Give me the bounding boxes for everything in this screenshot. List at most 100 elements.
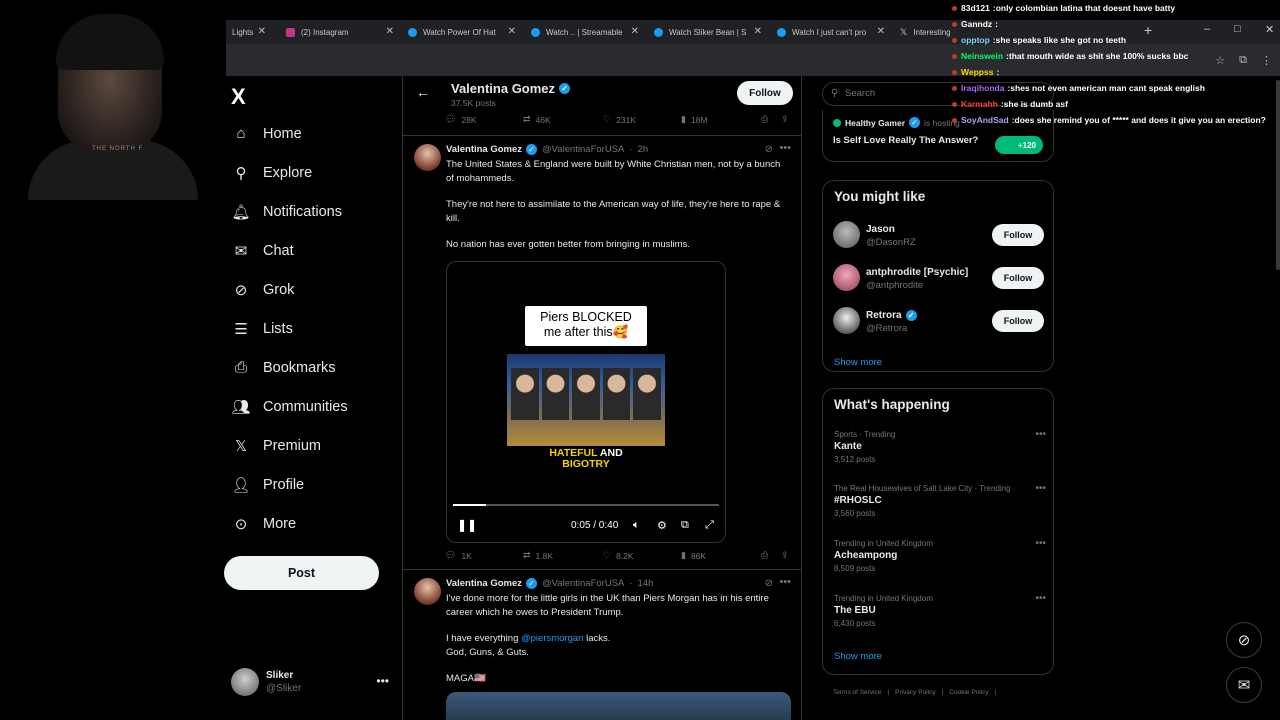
close-icon[interactable]: ✕ <box>386 26 394 37</box>
close-icon[interactable]: ✕ <box>508 26 516 37</box>
grok-fab-button[interactable]: ⊘ <box>1226 622 1262 658</box>
nav-item-more[interactable]: ⊙ More <box>230 504 348 543</box>
tweet-media[interactable] <box>446 692 791 720</box>
bookmark-button[interactable]: ⎙ <box>761 114 773 125</box>
suggestion-handle: @Retrora <box>866 323 908 334</box>
bookmark-button[interactable]: ⎙ <box>761 550 773 561</box>
tweet-paragraph: They're not here to assimilate to the Am… <box>446 199 781 224</box>
footer-link[interactable]: Terms of Service <box>833 689 881 696</box>
avatar[interactable] <box>414 144 441 171</box>
follow-suggestion[interactable]: Jason @DasonRZ Follow <box>833 221 1045 251</box>
show-more-link[interactable]: Show more <box>834 357 882 368</box>
nav-item-premium[interactable]: 𝕏 Premium <box>230 426 348 465</box>
tweet[interactable]: Valentina Gomez ✓ @ValentinaForUSA · 2h … <box>403 136 801 569</box>
overlay-word: BIGOTRY <box>562 458 610 470</box>
more-icon[interactable]: ••• <box>1035 429 1046 440</box>
tweet-time[interactable]: 2h <box>638 144 649 155</box>
nav-item-grok[interactable]: ⊘ Grok <box>230 270 348 309</box>
repost-button[interactable]: ⇄ 1.8K <box>523 550 553 561</box>
close-icon[interactable]: ✕ <box>754 26 762 37</box>
browser-tab[interactable]: Watch I just can't pro ✕ <box>771 20 889 44</box>
more-icon[interactable]: ••• <box>1035 483 1046 494</box>
browser-tab[interactable]: Watch Power Of Hat ✕ <box>402 20 520 44</box>
author-handle[interactable]: @ValentinaForUSA <box>542 578 624 589</box>
grok-icon[interactable]: ⊘ <box>765 144 773 155</box>
nav-item-chat[interactable]: ✉ Chat <box>230 231 348 270</box>
video-progress-bar[interactable] <box>453 504 719 506</box>
trend-count: 3,560 posts <box>834 509 876 518</box>
settings-icon[interactable]: ⚙ <box>657 519 667 532</box>
close-icon[interactable]: ✕ <box>877 26 885 37</box>
list-icon: ☰ <box>234 320 248 338</box>
follow-button[interactable]: Follow <box>992 310 1044 332</box>
tab-title: (2) Instagram <box>301 27 349 37</box>
mention-link[interactable]: @piersmorgan <box>521 633 583 644</box>
author-name[interactable]: Valentina Gomez <box>446 578 522 589</box>
nav-item-notifications[interactable]: 🔔︎ Notifications <box>230 192 348 231</box>
account-switcher[interactable]: Sliker @Sliker ••• <box>231 668 391 696</box>
browser-tab[interactable]: (2) Instagram ✕ <box>280 20 398 44</box>
trend-count: 6,430 posts <box>834 619 876 628</box>
footer-link[interactable]: Privacy Policy <box>895 689 935 696</box>
follow-button[interactable]: Follow <box>992 267 1044 289</box>
repost-button[interactable]: ⇄ 46K <box>523 114 551 125</box>
video-player[interactable]: Piers BLOCKED me after this🥰 HATEFUL AND <box>446 261 726 543</box>
fullscreen-icon[interactable]: ⤢ <box>705 519 714 532</box>
reply-button[interactable]: 💬︎ 1K <box>445 550 472 561</box>
video-person <box>572 368 600 420</box>
follow-button[interactable]: Follow <box>992 224 1044 246</box>
nav-item-explore[interactable]: ⚲ Explore <box>230 153 348 192</box>
trend-item[interactable]: Trending in United Kingdom The EBU 6,430… <box>834 593 1046 629</box>
streamable-icon <box>777 27 786 37</box>
browser-tab[interactable]: Lights ✕ <box>226 20 270 44</box>
author-handle[interactable]: @ValentinaForUSA <box>542 144 624 155</box>
more-icon[interactable]: ••• <box>1035 538 1046 549</box>
who-to-follow-panel: You might like Jason @DasonRZ Follow ant… <box>822 180 1054 372</box>
reply-button[interactable]: 💬︎ 28K <box>445 114 477 125</box>
pip-icon[interactable]: ⧉ <box>681 519 689 532</box>
close-icon[interactable]: ✕ <box>631 26 639 37</box>
views-button[interactable]: ▮ 86K <box>681 550 706 561</box>
chat-text: only colombian latina that doesnt have b… <box>995 3 1176 13</box>
show-more-link[interactable]: Show more <box>834 651 882 662</box>
share-button[interactable]: ⇪ <box>781 550 794 561</box>
tweet-time[interactable]: 14h <box>638 578 654 589</box>
suggestion-name-row: Retrora ✓ <box>866 310 917 321</box>
nav-item-profile[interactable]: 👤︎ Profile <box>230 465 348 504</box>
follow-suggestion[interactable]: Retrora ✓ @Retrora Follow <box>833 307 1045 337</box>
back-arrow-icon[interactable]: ← <box>416 84 430 100</box>
more-icon[interactable]: ••• <box>376 674 389 688</box>
avatar[interactable] <box>414 578 441 605</box>
share-button[interactable]: ⇪ <box>781 114 794 125</box>
more-icon[interactable]: ••• <box>1035 593 1046 604</box>
close-icon[interactable]: ✕ <box>258 26 266 37</box>
grok-icon[interactable]: ⊘ <box>765 578 773 589</box>
nav-item-label: Chat <box>263 242 294 259</box>
pause-icon[interactable]: ❚❚ <box>457 518 477 532</box>
post-button[interactable]: Post <box>224 556 379 590</box>
trend-item[interactable]: The Real Housewives of Salt Lake City · … <box>834 483 1046 519</box>
listener-count-badge[interactable]: +120 <box>995 136 1043 154</box>
x-logo[interactable]: X <box>231 84 246 110</box>
like-button[interactable]: ♡ 8.2K <box>603 550 634 561</box>
trend-item[interactable]: Trending in United Kingdom Acheampong 8,… <box>834 538 1046 574</box>
views-button[interactable]: ▮ 18M <box>681 114 708 125</box>
more-icon[interactable]: ••• <box>779 576 791 588</box>
nav-item-communities[interactable]: 👥︎ Communities <box>230 387 347 426</box>
messages-fab-button[interactable]: ✉ <box>1226 667 1262 703</box>
follow-button[interactable]: Follow <box>737 81 793 105</box>
nav-item-bookmarks[interactable]: ⎙ Bookmarks <box>230 348 348 387</box>
more-icon[interactable]: ••• <box>779 142 791 154</box>
browser-tab[interactable]: Watch Sliker Bean | S ✕ <box>648 20 766 44</box>
author-name[interactable]: Valentina Gomez <box>446 144 522 155</box>
follow-suggestion[interactable]: antphrodite [Psychic] @antphrodite Follo… <box>833 264 1045 294</box>
browser-tab[interactable]: Watch .. | Streamable ✕ <box>525 20 643 44</box>
verified-badge-icon: ✓ <box>909 117 920 128</box>
like-button[interactable]: ♡ 231K <box>603 114 636 125</box>
volume-icon[interactable]: 🔈︎ <box>633 519 640 532</box>
trend-item[interactable]: Sports · Trending Kante 3,512 posts ••• <box>834 429 1046 465</box>
footer-link[interactable]: Cookie Policy <box>949 689 988 696</box>
nav-item-lists[interactable]: ☰ Lists <box>230 309 348 348</box>
nav-item-home[interactable]: ⌂ Home <box>230 114 348 153</box>
tweet[interactable]: Valentina Gomez ✓ @ValentinaForUSA · 14h… <box>403 570 801 720</box>
